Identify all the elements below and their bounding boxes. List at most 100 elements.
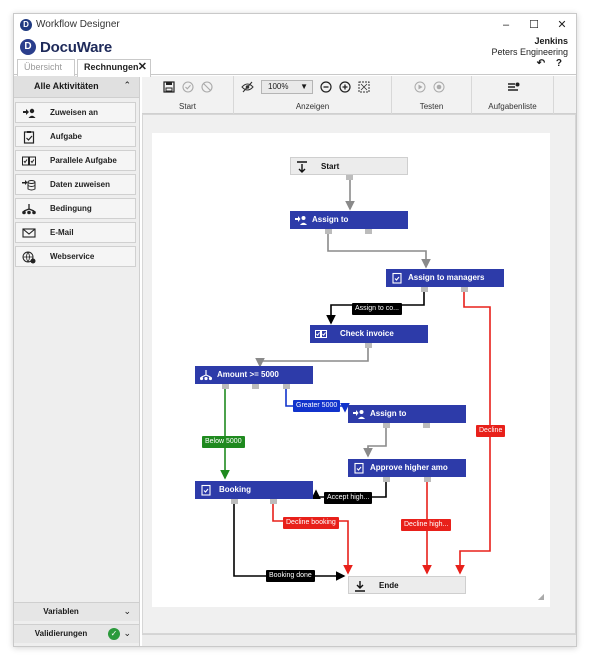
tab-rechnungen-label: Rechnungen [84,62,139,72]
stop-icon[interactable] [432,81,446,95]
activity-email[interactable]: E-Mail [15,222,136,243]
node-amount-condition[interactable]: Amount >= 5000 [195,366,313,384]
node-end[interactable]: Ende [348,576,466,594]
task-icon [391,272,403,284]
zoom-in-icon[interactable] [338,81,352,95]
activity-assign-data[interactable]: Daten zuweisen [15,174,136,195]
toolbar-group-tasklist: Aufgabenliste [472,76,554,114]
brand-name: DocuWare [40,38,113,56]
zoom-out-icon[interactable] [319,81,333,95]
chevron-down-icon[interactable]: ⌄ [123,606,131,617]
toolbar-group-label: Testen [419,102,444,111]
node-port[interactable] [231,499,238,504]
edge-assign-managers [327,229,431,269]
activity-webservice[interactable]: Webservice [15,246,136,267]
node-port[interactable] [365,343,372,348]
chevron-down-icon[interactable]: ⌄ [123,628,131,639]
activity-parallel-task[interactable]: Parallele Aufgabe [15,150,136,171]
activity-label: Webservice [50,252,95,261]
task-icon [22,130,36,144]
activity-label: Zuweisen an [50,108,99,117]
title-bar: D Workflow Designer – ☐ ✕ [14,14,576,36]
cancel-icon[interactable] [200,81,214,95]
email-icon [22,226,36,240]
edge-label-greater-5000[interactable]: Greater 5000 [293,400,341,412]
node-port[interactable] [423,423,430,428]
assign-user-icon [22,106,36,120]
validate-check-icon[interactable] [181,81,195,95]
variables-label: Variablen [43,607,79,616]
visibility-off-icon[interactable] [240,81,254,95]
validations-panel-header[interactable]: Validierungen ✓ ⌄ [14,624,139,643]
node-start[interactable]: Start [290,157,408,175]
parallel-task-icon [22,154,36,168]
edge-label-decline-booking[interactable]: Decline booking [283,517,339,529]
activity-label: Aufgabe [50,132,82,141]
node-port[interactable] [383,423,390,428]
horizontal-scrollbar[interactable] [142,634,576,646]
edge-label-decline[interactable]: Decline [476,425,506,437]
activity-assign-to[interactable]: Zuweisen an [15,102,136,123]
node-booking[interactable]: Booking [195,481,313,499]
node-port[interactable] [421,287,428,292]
node-port[interactable] [283,384,290,389]
condition-icon [199,369,213,381]
node-port[interactable] [383,477,390,482]
assign-user-icon [295,214,307,226]
tab-close-icon[interactable]: ✕ [138,60,147,75]
node-port[interactable] [424,477,431,482]
activity-label: E-Mail [50,228,74,237]
app-icon: D [20,19,32,31]
activity-task[interactable]: Aufgabe [15,126,136,147]
edge-label-accept-high[interactable]: Accept high... [324,492,373,504]
webservice-icon [22,250,36,264]
edge-label-assign-to-co[interactable]: Assign to co... [352,303,402,315]
resize-grip-icon[interactable]: ◢ [538,592,544,601]
activities-sidebar: Alle Aktivitäten ⌃ Zuweisen an Aufgabe P… [14,76,140,646]
node-check-invoice[interactable]: Check invoice [310,325,428,343]
node-approve-higher[interactable]: Approve higher amo [348,459,466,477]
task-icon [353,462,365,474]
activity-condition[interactable]: Bedingung [15,198,136,219]
zoom-select[interactable]: 100% ▼ [261,80,313,94]
tab-rechnungen[interactable]: Rechnungen ✕ [77,59,151,77]
node-label: Assign to [312,215,349,224]
variables-panel-header[interactable]: Variablen ⌄ [14,602,139,621]
minimize-button[interactable]: – [492,17,520,33]
chevron-up-icon[interactable]: ⌃ [123,80,131,91]
check-ok-icon: ✓ [108,628,120,640]
activity-label: Bedingung [50,204,92,213]
activities-header[interactable]: Alle Aktivitäten ⌃ [14,76,139,98]
toolbar-group-label: Start [179,102,196,111]
edge-label-below-5000[interactable]: Below 5000 [202,436,245,448]
node-assign-to[interactable]: Assign to [290,211,408,229]
node-port[interactable] [270,499,277,504]
node-port[interactable] [346,175,353,180]
toolbar-group-start: Start [142,76,234,114]
node-port[interactable] [365,229,372,234]
ribbon-toolbar: Start 100% ▼ Anzeigen Testen Aufgabenlis… [142,76,576,114]
node-port[interactable] [461,287,468,292]
edge-decline-booking [272,500,353,575]
node-port[interactable] [222,384,229,389]
toolbar-group-test: Testen [392,76,472,114]
node-assign-to-managers[interactable]: Assign to managers [386,269,504,287]
close-window-button[interactable]: ✕ [548,17,576,33]
node-port[interactable] [252,384,259,389]
node-port[interactable] [325,229,332,234]
play-icon[interactable] [413,81,427,95]
node-label: Approve higher amo [370,463,448,472]
fit-to-screen-icon[interactable] [357,81,371,95]
edge-booking-done [233,500,346,581]
maximize-button[interactable]: ☐ [520,17,548,33]
tab-uebersicht[interactable]: Übersicht [17,59,75,76]
edge-label-booking-done[interactable]: Booking done [266,570,315,582]
save-icon[interactable] [162,81,176,95]
task-icon [200,484,212,496]
chevron-down-icon: ▼ [300,82,308,91]
task-list-icon[interactable] [506,81,520,95]
user-name: Jenkins [534,36,568,46]
edge-label-decline-high[interactable]: Decline high... [401,519,452,531]
workflow-canvas[interactable]: Start Assign to Assign to managers Check… [152,133,550,607]
node-assign-to-2[interactable]: Assign to [348,405,466,423]
